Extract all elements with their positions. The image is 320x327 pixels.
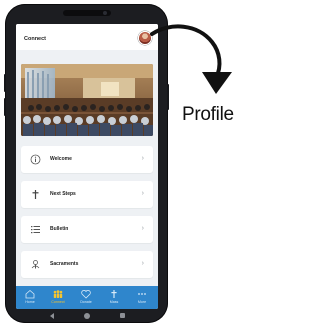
volume-down-button: [4, 98, 6, 116]
recent-apps-icon[interactable]: [120, 313, 125, 318]
tab-label: Donate: [80, 300, 92, 304]
menu-item-bulletin[interactable]: Bulletin ›: [21, 216, 153, 243]
menu-item-label: Next Steps: [50, 191, 76, 197]
list-icon: [31, 226, 40, 234]
tab-label: Connect: [51, 300, 65, 304]
menu-item-label: Sacraments: [50, 261, 79, 267]
bottom-tab-bar: Home Connect Donate Mass More: [16, 286, 158, 309]
chevron-right-icon: ›: [141, 260, 144, 267]
home-button-icon[interactable]: [84, 313, 90, 319]
camera-notch: [63, 10, 111, 16]
cross-icon: [111, 290, 117, 298]
callout-arrow-icon: [150, 24, 232, 94]
holy-spirit-icon: [31, 260, 40, 269]
tab-label: Mass: [109, 300, 119, 304]
front-camera-icon: [103, 11, 107, 15]
tab-connect[interactable]: Connect: [44, 286, 72, 309]
tab-label: Home: [25, 300, 35, 304]
menu-item-welcome[interactable]: Welcome ›: [21, 146, 153, 173]
menu-item-label: Welcome: [50, 156, 72, 162]
heart-icon: [81, 290, 91, 299]
page-title: Connect: [24, 36, 46, 42]
menu-item-label: Bulletin: [50, 226, 69, 232]
volume-up-button: [4, 74, 6, 92]
chevron-right-icon: ›: [141, 225, 144, 232]
info-circle-icon: [30, 154, 41, 165]
tab-more[interactable]: More: [128, 286, 156, 309]
cross-icon: [32, 190, 39, 199]
chevron-right-icon: ›: [141, 155, 144, 162]
home-icon: [25, 289, 35, 299]
menu-item-sacraments[interactable]: Sacraments ›: [21, 251, 153, 278]
tab-donate[interactable]: Donate: [72, 286, 100, 309]
people-icon: [53, 290, 63, 298]
system-nav-bar: [16, 309, 158, 323]
menu-item-next-steps[interactable]: Next Steps ›: [21, 181, 153, 208]
tab-home[interactable]: Home: [16, 286, 44, 309]
tab-mass[interactable]: Mass: [100, 286, 128, 309]
profile-callout-label: Profile: [182, 104, 234, 125]
tab-label: More: [137, 300, 147, 304]
more-dots-icon: [138, 293, 146, 295]
back-icon[interactable]: [50, 313, 54, 319]
chevron-right-icon: ›: [141, 190, 144, 197]
